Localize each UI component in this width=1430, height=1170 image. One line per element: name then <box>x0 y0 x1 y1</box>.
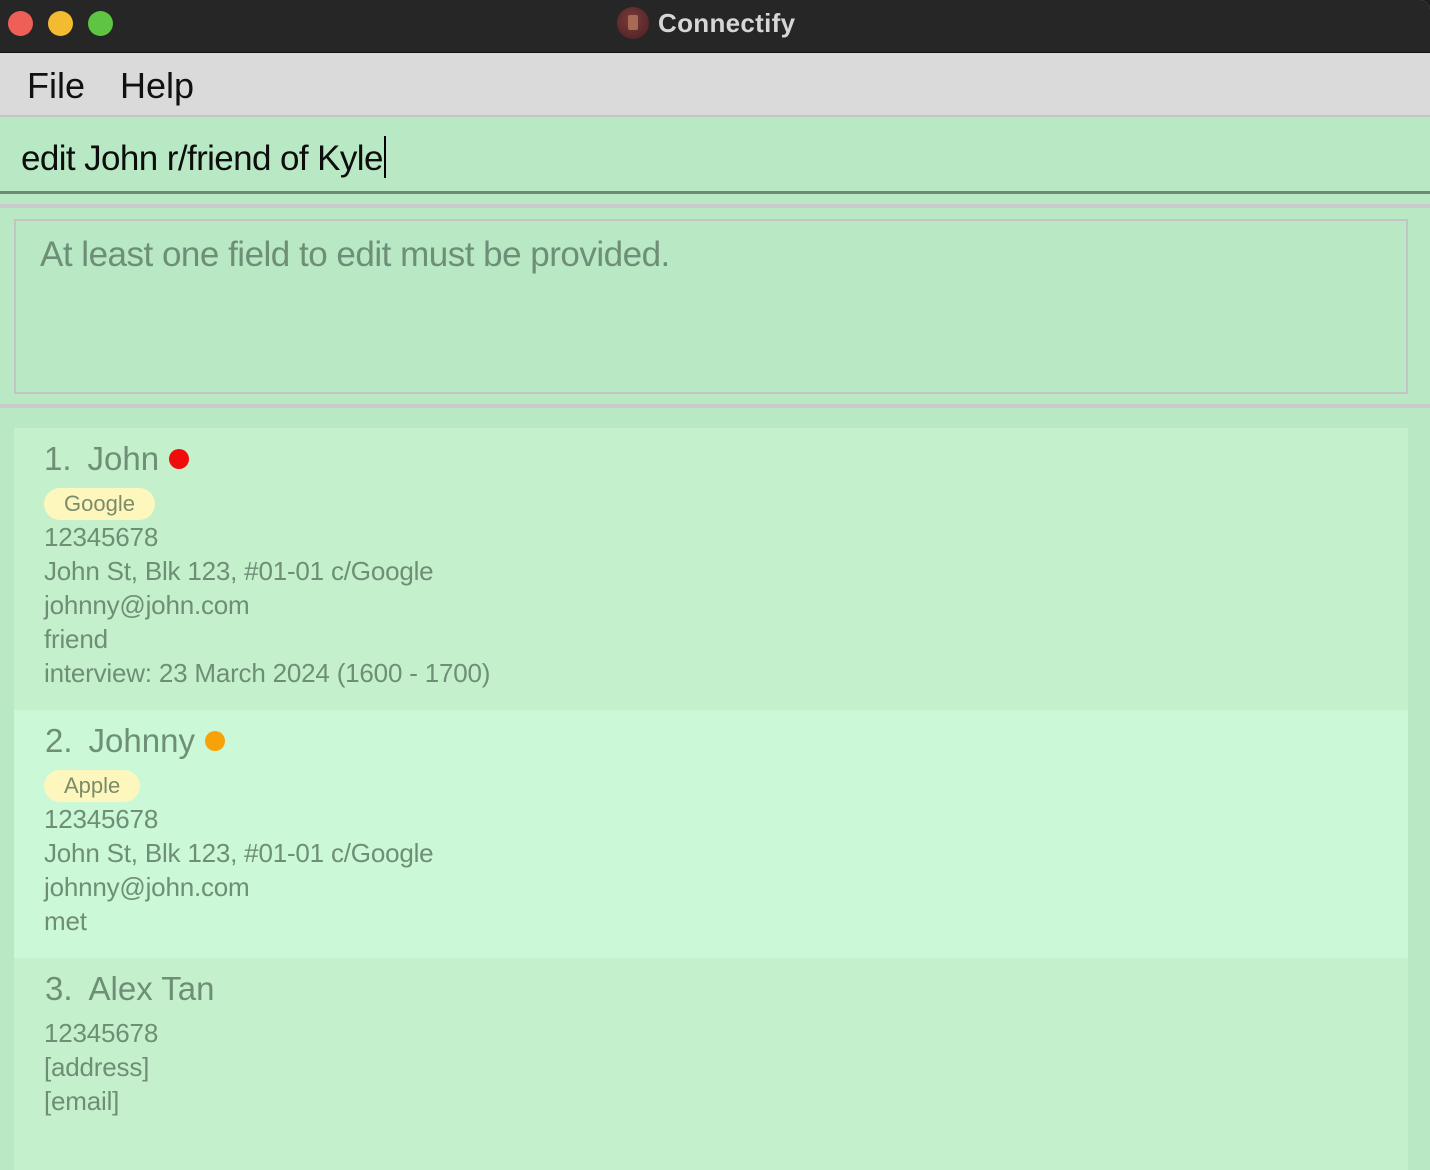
person-relationship: friend <box>44 624 108 654</box>
person-address: John St, Blk 123, #01-01 c/Google <box>44 556 434 586</box>
window-title-group: Connectify <box>617 7 795 39</box>
divider <box>0 404 1430 408</box>
person-index: 2. <box>45 722 73 759</box>
person-index: 3. <box>45 970 73 1007</box>
minimize-window-button[interactable] <box>48 11 73 36</box>
close-window-button[interactable] <box>8 11 33 36</box>
person-phone: 12345678 <box>44 522 159 552</box>
person-card[interactable]: 1. John Google 12345678 John St, Blk 123… <box>14 428 1408 710</box>
result-message: At least one field to edit must be provi… <box>40 235 670 274</box>
menu-help[interactable]: Help <box>120 65 194 107</box>
title-bar: Connectify <box>0 0 1430 53</box>
menu-file[interactable]: File <box>27 65 85 107</box>
person-name: Alex Tan <box>88 970 215 1007</box>
maximize-window-button[interactable] <box>88 11 113 36</box>
person-card[interactable]: 3. Alex Tan 12345678 [address] [email] <box>14 958 1408 1170</box>
person-address: [address] <box>44 1052 150 1082</box>
command-input-value: edit John r/friend of Kyle <box>21 139 383 178</box>
person-name: John <box>87 440 160 477</box>
person-name-row: 2. Johnny <box>45 722 225 760</box>
person-index: 1. <box>44 440 72 477</box>
status-dot-icon <box>204 731 225 751</box>
person-address: John St, Blk 123, #01-01 c/Google <box>44 838 434 868</box>
person-name-row: 1. John <box>44 440 190 478</box>
person-interview: interview: 23 March 2024 (1600 - 1700) <box>44 658 491 688</box>
command-input[interactable]: edit John r/friend of Kyle <box>21 136 386 179</box>
status-dot-icon <box>169 449 190 469</box>
person-phone: 12345678 <box>44 804 159 834</box>
command-box[interactable]: edit John r/friend of Kyle <box>0 118 1430 194</box>
person-list[interactable]: 1. John Google 12345678 John St, Blk 123… <box>14 428 1408 1170</box>
person-name-row: 3. Alex Tan <box>45 970 215 1008</box>
person-relationship: met <box>44 906 87 936</box>
person-phone: 12345678 <box>44 1018 159 1048</box>
person-card[interactable]: 2. Johnny Apple 12345678 John St, Blk 12… <box>14 710 1408 958</box>
person-name: Johnny <box>88 722 195 759</box>
person-email: johnny@john.com <box>44 872 250 902</box>
text-caret <box>383 136 386 178</box>
menu-bar: File Help <box>0 53 1430 117</box>
person-email: [email] <box>44 1086 120 1116</box>
divider <box>0 204 1430 208</box>
company-tag: Google <box>44 488 155 520</box>
company-tag: Apple <box>44 770 141 802</box>
window-title: Connectify <box>658 7 796 38</box>
result-display: At least one field to edit must be provi… <box>14 219 1408 394</box>
app-window: Connectify File Help edit John r/friend … <box>0 0 1430 1170</box>
person-email: johnny@john.com <box>44 590 250 620</box>
app-icon <box>617 7 649 39</box>
